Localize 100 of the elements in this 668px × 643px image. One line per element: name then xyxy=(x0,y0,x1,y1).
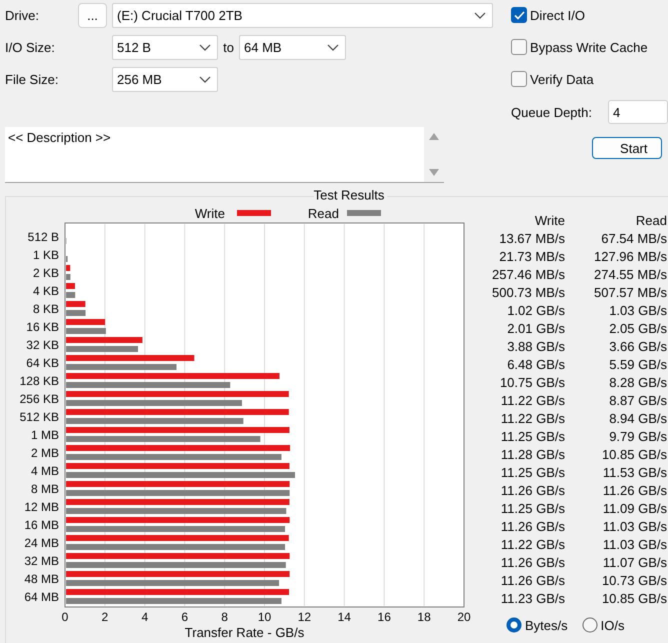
legend-label: Write xyxy=(194,206,225,221)
radio-button[interactable] xyxy=(506,617,522,633)
legend-label: Read xyxy=(308,206,339,221)
write-bar xyxy=(66,283,75,289)
write-rate: 11.23 GB/s xyxy=(500,590,565,606)
read-rate: 8.28 GB/s xyxy=(608,374,667,390)
write-bar xyxy=(66,265,70,271)
category-label: 1 KB xyxy=(32,248,59,262)
category-label: 32 KB xyxy=(26,338,59,352)
file-size-select[interactable]: 256 MB xyxy=(112,67,218,92)
write-rate: 13.67 MB/s xyxy=(498,230,565,246)
category-label: 32 MB xyxy=(24,554,59,568)
x-tick-label: 10 xyxy=(258,610,272,624)
read-bar xyxy=(66,274,70,280)
write-rate: 11.22 GB/s xyxy=(500,410,565,426)
category-label: 8 MB xyxy=(30,482,59,496)
read-rate: 274.55 MB/s xyxy=(593,266,667,282)
x-tick-label: 0 xyxy=(62,610,68,624)
checkbox[interactable] xyxy=(511,7,528,23)
checkbox-label: Bypass Write Cache xyxy=(530,40,648,54)
read-rate: 67.54 MB/s xyxy=(600,230,667,246)
category-label: 4 KB xyxy=(32,284,59,298)
radio-label: IO/s xyxy=(600,618,624,632)
x-tick-label: 6 xyxy=(181,610,188,624)
read-rate: 11.03 GB/s xyxy=(602,536,667,552)
radio-button[interactable] xyxy=(582,617,598,633)
write-rate: 500.73 MB/s xyxy=(491,284,565,300)
read-rate: 11.26 GB/s xyxy=(602,482,667,498)
x-tick-label: 18 xyxy=(417,610,431,624)
scroll-down-icon[interactable] xyxy=(429,169,439,176)
read-rate: 3.66 GB/s xyxy=(608,338,667,354)
read-rate: 1.03 GB/s xyxy=(608,302,667,318)
write-rate: 1.02 GB/s xyxy=(506,302,565,318)
category-label: 64 KB xyxy=(26,356,59,370)
scroll-up-icon[interactable] xyxy=(429,133,439,140)
read-bar xyxy=(66,310,86,316)
checkbox-label: Verify Data xyxy=(530,72,594,86)
write-rate: 11.26 GB/s xyxy=(500,482,565,498)
category-label: 512 KB xyxy=(20,410,59,424)
drive-select[interactable]: (E:) Crucial T700 2TB xyxy=(112,3,493,28)
to-label: to xyxy=(222,40,235,55)
read-rate: 10.85 GB/s xyxy=(600,590,667,606)
write-bar xyxy=(66,301,86,307)
description-field[interactable]: << Description >> xyxy=(5,127,444,183)
read-rate: 10.73 GB/s xyxy=(600,572,667,588)
x-tick-label: 14 xyxy=(338,610,351,624)
column-header: Read xyxy=(634,212,667,228)
radio-label: Bytes/s xyxy=(525,618,568,632)
write-rate: 11.25 GB/s xyxy=(500,464,565,480)
category-label: 16 KB xyxy=(26,320,59,334)
read-rate: 5.59 GB/s xyxy=(608,356,667,372)
read-rate: 11.09 GB/s xyxy=(602,500,667,516)
write-rate: 6.48 GB/s xyxy=(506,356,565,372)
x-tick-label: 4 xyxy=(141,610,148,624)
read-rate: 507.57 MB/s xyxy=(593,284,667,300)
checkmark-icon xyxy=(514,10,525,20)
read-bar xyxy=(66,328,106,334)
category-label: 24 MB xyxy=(24,536,59,550)
queue-depth-field[interactable]: 4 xyxy=(608,100,668,124)
checkbox[interactable] xyxy=(511,39,528,55)
checkbox[interactable] xyxy=(511,71,528,87)
io-size-from-select[interactable]: 512 B xyxy=(112,35,218,60)
column-header: Write xyxy=(534,212,565,228)
read-rate: 11.53 GB/s xyxy=(602,464,667,480)
start-button[interactable]: Start xyxy=(592,137,662,159)
write-rate: 3.88 GB/s xyxy=(506,338,565,354)
chart-title: Test Results xyxy=(314,189,384,203)
browse-button[interactable]: ... xyxy=(78,3,107,28)
category-label: 64 MB xyxy=(24,590,59,604)
category-label: 512 B xyxy=(28,230,59,244)
dropdown-caret-icon xyxy=(327,44,339,51)
category-label: 8 KB xyxy=(32,302,59,316)
x-tick-label: 20 xyxy=(457,610,471,624)
read-rate: 11.07 GB/s xyxy=(602,554,667,570)
read-rate: 127.96 MB/s xyxy=(593,248,667,264)
x-tick-label: 2 xyxy=(102,610,108,624)
read-rate: 10.85 GB/s xyxy=(600,446,667,462)
write-bar xyxy=(66,319,106,325)
category-label: 256 KB xyxy=(20,392,59,406)
write-rate: 11.25 GB/s xyxy=(500,500,565,516)
write-rate: 11.25 GB/s xyxy=(500,428,565,444)
x-tick-label: 12 xyxy=(298,610,312,624)
write-rate: 11.22 GB/s xyxy=(500,392,565,408)
category-label: 4 MB xyxy=(30,464,59,478)
read-rate: 9.79 GB/s xyxy=(608,428,667,444)
x-tick-label: 16 xyxy=(378,610,391,624)
x-tick-label: 8 xyxy=(221,610,228,624)
write-rate: 10.75 GB/s xyxy=(498,374,565,390)
dropdown-caret-icon xyxy=(199,44,211,51)
write-rate: 11.26 GB/s xyxy=(500,554,565,570)
write-rate: 11.26 GB/s xyxy=(500,572,565,588)
io-size-to-select[interactable]: 64 MB xyxy=(239,35,346,60)
write-rate: 11.22 GB/s xyxy=(500,536,565,552)
category-label: 1 MB xyxy=(30,428,59,442)
read-rate: 8.94 GB/s xyxy=(608,410,667,426)
category-label: 128 KB xyxy=(20,374,59,388)
write-rate: 11.26 GB/s xyxy=(500,518,565,534)
category-label: 2 MB xyxy=(30,446,59,460)
queue-depth-label: Queue Depth: xyxy=(511,104,592,120)
io-size-label: I/O Size: xyxy=(5,40,56,55)
